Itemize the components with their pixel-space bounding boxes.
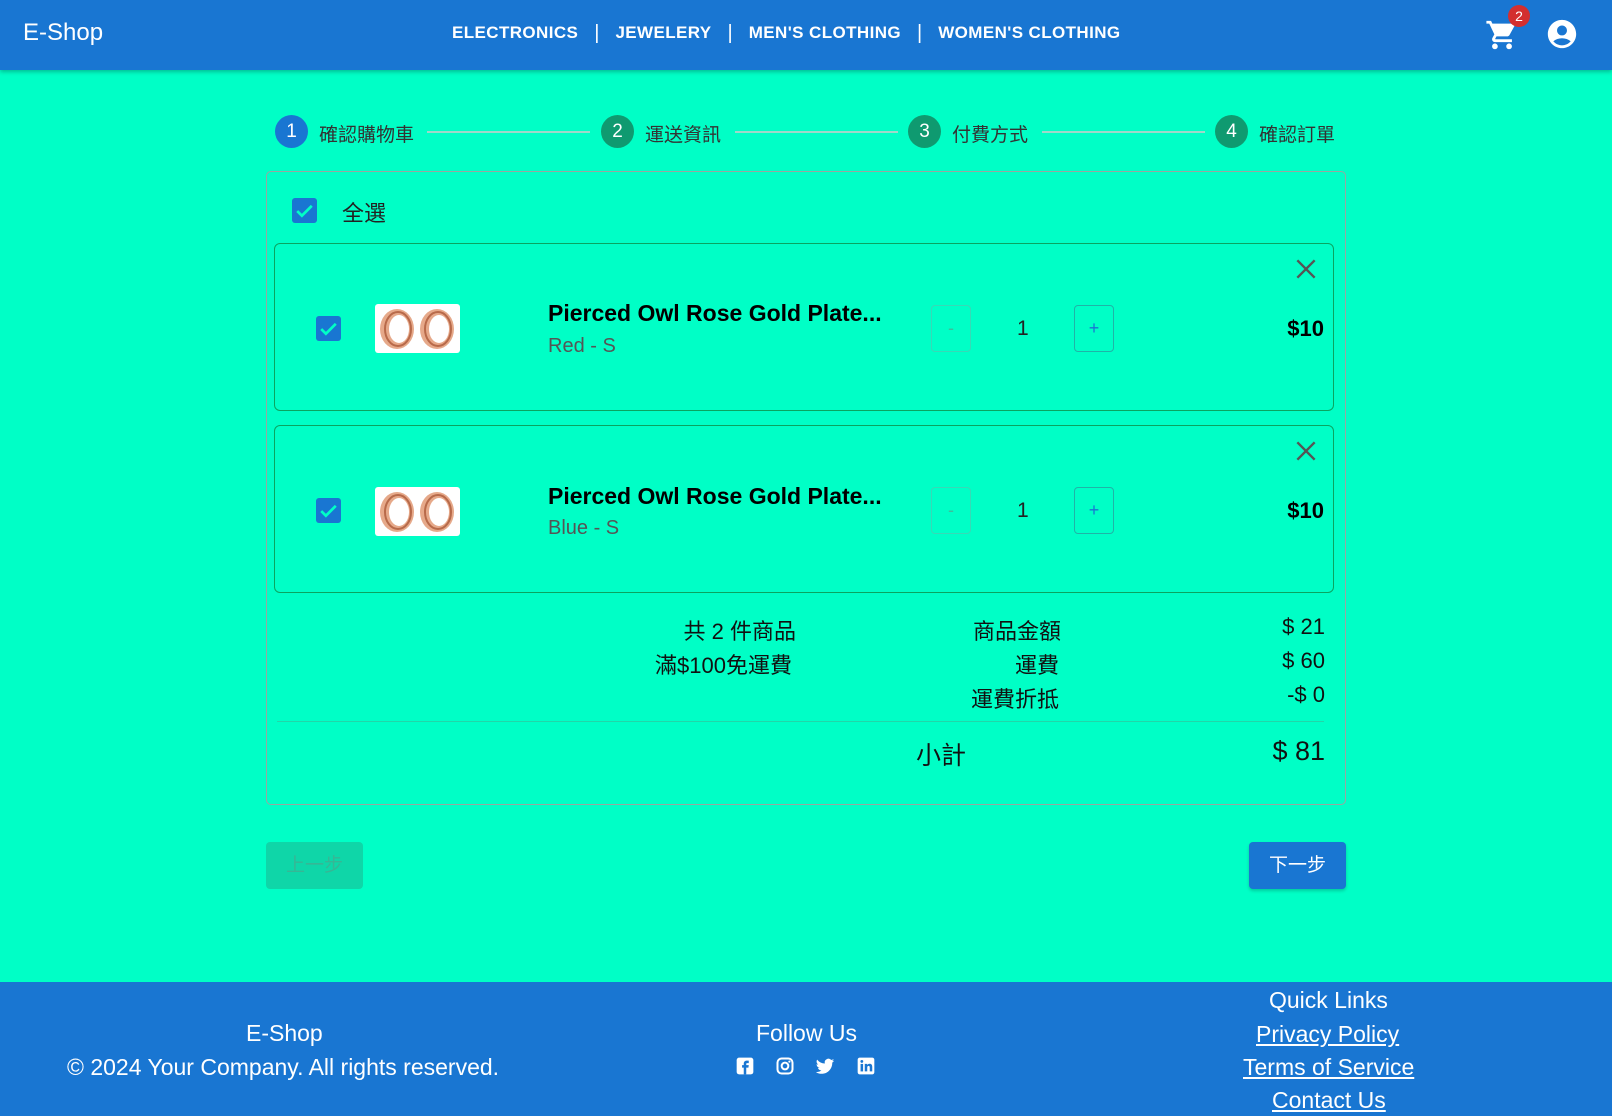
select-all-label: 全選 xyxy=(342,201,387,226)
check-icon xyxy=(296,204,313,218)
check-icon xyxy=(320,322,337,336)
shipping-label: 運費 xyxy=(1014,653,1059,678)
previous-step-button[interactable]: 上一步 xyxy=(266,842,363,889)
shipping-discount-value: -$ 0 xyxy=(1287,682,1325,707)
item-1-thumbnail[interactable] xyxy=(375,304,460,353)
nav-divider: | xyxy=(727,22,733,44)
privacy-policy-link[interactable]: Privacy Policy xyxy=(1256,1021,1399,1048)
account-circle-icon xyxy=(1547,19,1577,49)
linkedin-icon xyxy=(857,1057,875,1075)
step-2-circle: 2 xyxy=(601,115,634,148)
item-1-name[interactable]: Pierced Owl Rose Gold Plate... xyxy=(548,300,882,327)
nav-divider: | xyxy=(917,22,923,44)
subtotal-label: 商品金額 xyxy=(972,619,1061,644)
nav-divider: | xyxy=(594,22,600,44)
facebook-icon xyxy=(736,1057,754,1075)
instagram-link[interactable] xyxy=(775,1056,795,1076)
item-2-checkbox[interactable] xyxy=(316,498,341,523)
nav-jewelery[interactable]: JEWELERY xyxy=(615,23,711,43)
subtotal-value: $ 21 xyxy=(1282,614,1325,639)
nav-electronics[interactable]: ELECTRONICS xyxy=(452,23,578,43)
step-1-circle: 1 xyxy=(275,115,308,148)
close-icon xyxy=(1296,441,1316,461)
item-1-quantity: 1 xyxy=(1017,317,1029,340)
item-2-variant: Blue - S xyxy=(548,517,620,539)
item-2-decrease-button[interactable]: - xyxy=(931,487,971,534)
category-nav: ELECTRONICS | JEWELERY | MEN'S CLOTHING … xyxy=(452,23,1121,43)
step-2-label: 運送資訊 xyxy=(645,125,722,146)
total-value: $ 81 xyxy=(1272,736,1325,766)
step-connector xyxy=(735,131,898,133)
brand-logo[interactable]: E-Shop xyxy=(23,19,103,47)
item-2-remove-button[interactable] xyxy=(1293,438,1319,464)
footer: E-Shop © 2024 Your Company. All rights r… xyxy=(0,982,1612,1116)
next-step-button[interactable]: 下一步 xyxy=(1249,842,1346,889)
twitter-icon xyxy=(815,1058,835,1074)
item-2-increase-button[interactable]: + xyxy=(1074,487,1114,534)
nav-womens-clothing[interactable]: WOMEN'S CLOTHING xyxy=(938,23,1120,43)
step-4-label: 確認訂單 xyxy=(1259,125,1336,146)
contact-us-link[interactable]: Contact Us xyxy=(1272,1087,1386,1114)
linkedin-link[interactable] xyxy=(856,1056,876,1076)
item-1-variant: Red - S xyxy=(548,335,616,357)
step-connector xyxy=(1042,131,1205,133)
twitter-link[interactable] xyxy=(815,1056,835,1076)
step-connector xyxy=(427,131,590,133)
step-1-label: 確認購物車 xyxy=(319,125,415,146)
summary-divider xyxy=(277,721,1324,722)
total-label: 小計 xyxy=(916,742,967,770)
cart-count-badge: 2 xyxy=(1508,5,1530,27)
follow-us-title: Follow Us xyxy=(756,1020,857,1046)
quick-links-title: Quick Links xyxy=(1269,987,1388,1013)
item-1-price: $10 xyxy=(1287,316,1324,341)
facebook-link[interactable] xyxy=(735,1056,755,1076)
item-2-price: $10 xyxy=(1287,498,1324,523)
item-2-thumbnail[interactable] xyxy=(375,487,460,536)
check-icon xyxy=(320,504,337,518)
free-shipping-text: 滿$100免運費 xyxy=(655,653,792,678)
ring-earrings-image xyxy=(380,492,454,532)
item-1-increase-button[interactable]: + xyxy=(1074,305,1114,352)
step-4-circle: 4 xyxy=(1215,115,1248,148)
shipping-discount-label: 運費折抵 xyxy=(970,687,1059,712)
select-all-checkbox[interactable] xyxy=(292,198,317,223)
item-count-text: 共 2 件商品 xyxy=(683,619,796,644)
account-button[interactable] xyxy=(1545,17,1579,51)
footer-brand: E-Shop xyxy=(246,1020,323,1046)
terms-of-service-link[interactable]: Terms of Service xyxy=(1243,1054,1414,1081)
item-2-quantity: 1 xyxy=(1017,499,1029,522)
item-2-name[interactable]: Pierced Owl Rose Gold Plate... xyxy=(548,483,882,510)
instagram-icon xyxy=(776,1057,794,1075)
app-bar: E-Shop ELECTRONICS | JEWELERY | MEN'S CL… xyxy=(0,0,1612,70)
step-3-label: 付費方式 xyxy=(952,125,1029,146)
shipping-value: $ 60 xyxy=(1282,648,1325,673)
footer-copyright: © 2024 Your Company. All rights reserved… xyxy=(67,1054,500,1080)
step-3-circle: 3 xyxy=(908,115,941,148)
item-1-remove-button[interactable] xyxy=(1293,256,1319,282)
item-1-checkbox[interactable] xyxy=(316,316,341,341)
item-1-decrease-button[interactable]: - xyxy=(931,305,971,352)
close-icon xyxy=(1296,259,1316,279)
nav-mens-clothing[interactable]: MEN'S CLOTHING xyxy=(749,23,901,43)
ring-earrings-image xyxy=(380,309,454,349)
